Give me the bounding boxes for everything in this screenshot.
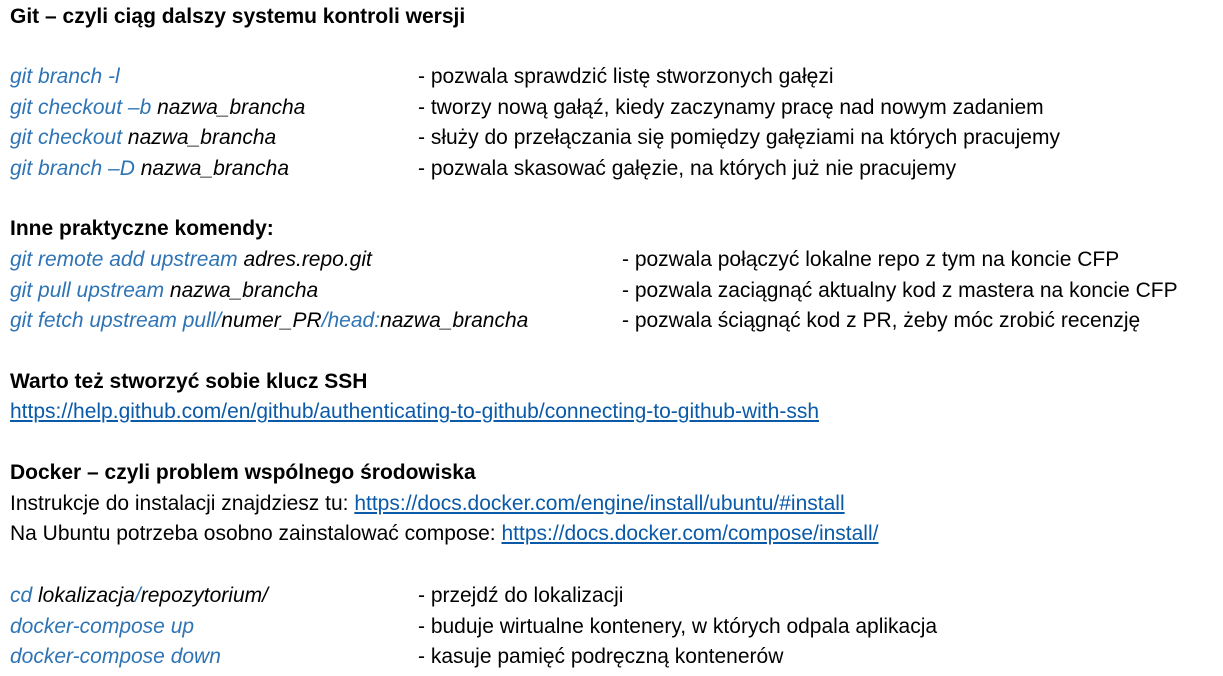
git-command-description: - tworzy nową gałąź, kiedy zaczynamy pra… bbox=[418, 95, 1044, 119]
command-part: nazwa_brancha bbox=[380, 309, 529, 332]
command-part: git checkout –b bbox=[10, 95, 158, 119]
command-part: repozytorium/ bbox=[140, 584, 268, 607]
docker-title: Docker – czyli problem wspólnego środowi… bbox=[10, 461, 476, 484]
command-part: nazwa_brancha bbox=[169, 278, 319, 302]
command-part: docker-compose down bbox=[10, 645, 221, 668]
command-part: git branch -l bbox=[10, 65, 120, 88]
docker-command: docker-compose up bbox=[10, 612, 194, 642]
command-part: docker-compose up bbox=[10, 614, 195, 638]
other-command: git pull upstream nazwa_brancha bbox=[10, 276, 318, 306]
docker-command-description: - buduje wirtualne kontenery, w których … bbox=[418, 614, 938, 638]
command-part: numer_PR bbox=[221, 309, 322, 332]
git-command-description: - służy do przełączania się pomiędzy gał… bbox=[418, 126, 1060, 149]
git-command-description: - pozwala skasować gałęzie, na których j… bbox=[418, 156, 957, 180]
other-command: git fetch upstream pull/numer_PR/head:na… bbox=[10, 306, 528, 336]
docker-command-description: - przejdź do lokalizacji bbox=[418, 584, 624, 607]
git-section-title: Git – czyli ciąg dalszy systemu kontroli… bbox=[10, 5, 466, 28]
other-command-description: - pozwala zaciągnąć aktualny kod z maste… bbox=[622, 278, 1178, 302]
docker-install-line: Instrukcje do instalacji znajdziesz tu: … bbox=[10, 489, 845, 519]
ssh-title: Warto też stworzyć sobie klucz SSH bbox=[10, 370, 368, 393]
other-commands-title: Inne praktyczne komendy: bbox=[10, 217, 274, 240]
command-part: cd bbox=[10, 584, 39, 607]
docker-install-link[interactable]: https://docs.docker.com/engine/install/u… bbox=[354, 492, 844, 515]
git-command: git checkout nazwa_brancha bbox=[10, 123, 276, 153]
command-part: nazwa_brancha bbox=[140, 156, 290, 180]
docker-compose-line: Na Ubuntu potrzeba osobno zainstalować c… bbox=[10, 519, 878, 549]
command-part: nazwa_brancha bbox=[127, 126, 277, 149]
git-command: git checkout –b nazwa_brancha bbox=[10, 93, 305, 123]
docker-compose-text: Na Ubuntu potrzeba osobno zainstalować c… bbox=[10, 522, 502, 545]
command-part: git branch –D bbox=[10, 156, 141, 180]
git-command: git branch -l bbox=[10, 62, 120, 92]
other-command-description: - pozwala połączyć lokalne repo z tym na… bbox=[622, 248, 1120, 271]
ssh-link-line: https://help.github.com/en/github/authen… bbox=[10, 397, 819, 427]
command-part: git checkout bbox=[10, 126, 128, 149]
command-part: adres.repo.git bbox=[243, 248, 372, 271]
docker-command-description: - kasuje pamięć podręczną kontenerów bbox=[418, 645, 784, 668]
other-command: git remote add upstream adres.repo.git bbox=[10, 245, 372, 275]
other-command-description: - pozwala ściągnąć kod z PR, żeby móc zr… bbox=[622, 309, 1141, 332]
command-part: git remote add upstream bbox=[10, 248, 244, 271]
command-part: /head: bbox=[321, 309, 381, 332]
command-part: git pull upstream bbox=[10, 278, 170, 302]
command-part: git fetch upstream pull/ bbox=[10, 309, 222, 332]
git-command-description: - pozwala sprawdzić listę stworzonych ga… bbox=[418, 65, 834, 88]
command-part: nazwa_brancha bbox=[157, 95, 306, 119]
docker-command: cd lokalizacja/repozytorium/ bbox=[10, 581, 268, 611]
ssh-help-link[interactable]: https://help.github.com/en/github/authen… bbox=[10, 400, 819, 423]
docker-compose-link[interactable]: https://docs.docker.com/compose/install/ bbox=[501, 522, 878, 545]
git-command: git branch –D nazwa_brancha bbox=[10, 154, 289, 184]
command-part: lokalizacja bbox=[38, 584, 135, 607]
docker-install-text: Instrukcje do instalacji znajdziesz tu: bbox=[10, 492, 355, 515]
docker-command: docker-compose down bbox=[10, 642, 221, 672]
